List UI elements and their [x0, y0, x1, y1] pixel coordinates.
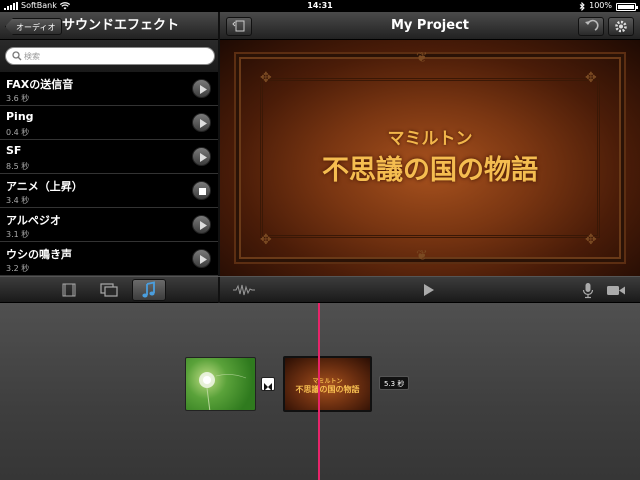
preview-title: 不思議の国の物語: [322, 155, 538, 186]
status-time: 14:31: [307, 1, 333, 10]
sound-name: Ping: [6, 110, 34, 123]
sound-duration: 0.4 秒: [6, 128, 30, 137]
audio-back-button[interactable]: オーディオ: [5, 18, 63, 35]
transition-icon[interactable]: [261, 377, 275, 391]
film-strip-icon: [62, 283, 76, 297]
sound-list-item[interactable]: SF 8.5 秒: [0, 140, 218, 174]
sound-list-item[interactable]: アニメ（上昇） 3.4 秒: [0, 174, 218, 208]
timeline-clip-dandelion[interactable]: [185, 357, 256, 411]
ornament-icon: ✥: [585, 70, 597, 86]
sound-name: FAXの送信音: [6, 78, 74, 91]
sound-list-item[interactable]: FAXの送信音 3.6 秒: [0, 72, 218, 106]
bluetooth-icon: [579, 1, 585, 11]
media-tabs: [0, 277, 218, 304]
toolbar: [0, 276, 640, 304]
playhead[interactable]: [318, 303, 320, 480]
sound-duration: 3.4 秒: [6, 196, 30, 205]
tab-video[interactable]: [52, 279, 86, 301]
clip-title: 不思議の国の物語: [295, 385, 360, 394]
ornament-icon: ✥: [585, 232, 597, 248]
project-title: My Project: [391, 18, 469, 33]
sound-duration: 8.5 秒: [6, 162, 30, 171]
ornament-icon: ✥: [260, 70, 272, 86]
sound-name: ウシの鳴き声: [6, 248, 72, 261]
sound-list-item[interactable]: Ping 0.4 秒: [0, 106, 218, 140]
ornament-icon: ❦: [416, 248, 428, 264]
play-button[interactable]: [192, 79, 211, 98]
sound-name: SF: [6, 144, 22, 157]
sound-name: アニメ（上昇）: [6, 180, 83, 193]
search-input[interactable]: [24, 49, 209, 63]
video-camera-icon[interactable]: [606, 284, 626, 297]
toolbar-divider: [218, 277, 220, 304]
preview-subtitle: マミルトン: [387, 129, 473, 149]
search-bar: [0, 40, 218, 72]
ornament-icon: ✥: [260, 232, 272, 248]
timeline-clip-title[interactable]: マミルトン 不思議の国の物語: [283, 356, 372, 412]
waveform-icon[interactable]: [232, 283, 256, 297]
sound-duration: 3.6 秒: [6, 94, 30, 103]
gear-icon: [615, 20, 627, 33]
undo-icon: [585, 19, 599, 31]
play-icon: [200, 119, 207, 128]
sound-list-item[interactable]: ウシの鳴き声 3.2 秒: [0, 242, 218, 276]
sound-browser-title: サウンドエフェクト: [62, 18, 180, 33]
project-header: My Project: [220, 12, 640, 40]
music-note-icon: [142, 281, 155, 298]
stop-icon: [199, 188, 206, 195]
timeline[interactable]: マミルトン 不思議の国の物語 5.3 秒: [0, 303, 640, 480]
status-bar: SoftBank 14:31 100%: [0, 0, 640, 12]
search-icon: [12, 51, 22, 61]
dandelion-image: [199, 372, 247, 410]
play-icon: [200, 153, 207, 162]
sound-duration: 3.1 秒: [6, 230, 30, 239]
undo-button[interactable]: [578, 17, 604, 36]
play-button[interactable]: [192, 113, 211, 132]
settings-button[interactable]: [608, 17, 634, 36]
ornament-icon: ❦: [416, 50, 428, 66]
sound-effect-list: FAXの送信音 3.6 秒 Ping 0.4 秒 SF 8.5 秒アニメ（上昇） 3.4 秒…: [0, 72, 218, 276]
sound-browser-header: オーディオ サウンドエフェクト: [0, 12, 218, 40]
sound-name: アルペジオ: [6, 214, 61, 227]
search-field[interactable]: [5, 47, 215, 65]
play-button[interactable]: [192, 249, 211, 268]
photos-icon: [100, 283, 118, 297]
play-icon: [200, 255, 207, 264]
sound-list-item[interactable]: アルペジオ 3.1 秒: [0, 208, 218, 242]
status-right: 100%: [579, 0, 638, 12]
tab-photos[interactable]: [92, 279, 126, 301]
video-preview[interactable]: ❦ ❦ ✥ ✥ ✥ ✥ マミルトン 不思議の国の物語: [220, 40, 640, 276]
play-icon[interactable]: [421, 283, 435, 297]
clip-duration-badge: 5.3 秒: [379, 376, 410, 390]
stop-button[interactable]: [192, 181, 211, 200]
play-icon: [200, 85, 207, 94]
sound-duration: 3.2 秒: [6, 264, 30, 273]
tab-audio[interactable]: [132, 279, 166, 301]
microphone-icon[interactable]: [582, 282, 594, 299]
play-icon: [200, 221, 207, 230]
play-button[interactable]: [192, 215, 211, 234]
battery-percent: 100%: [589, 1, 612, 10]
play-button[interactable]: [192, 147, 211, 166]
battery-icon: [616, 3, 638, 11]
